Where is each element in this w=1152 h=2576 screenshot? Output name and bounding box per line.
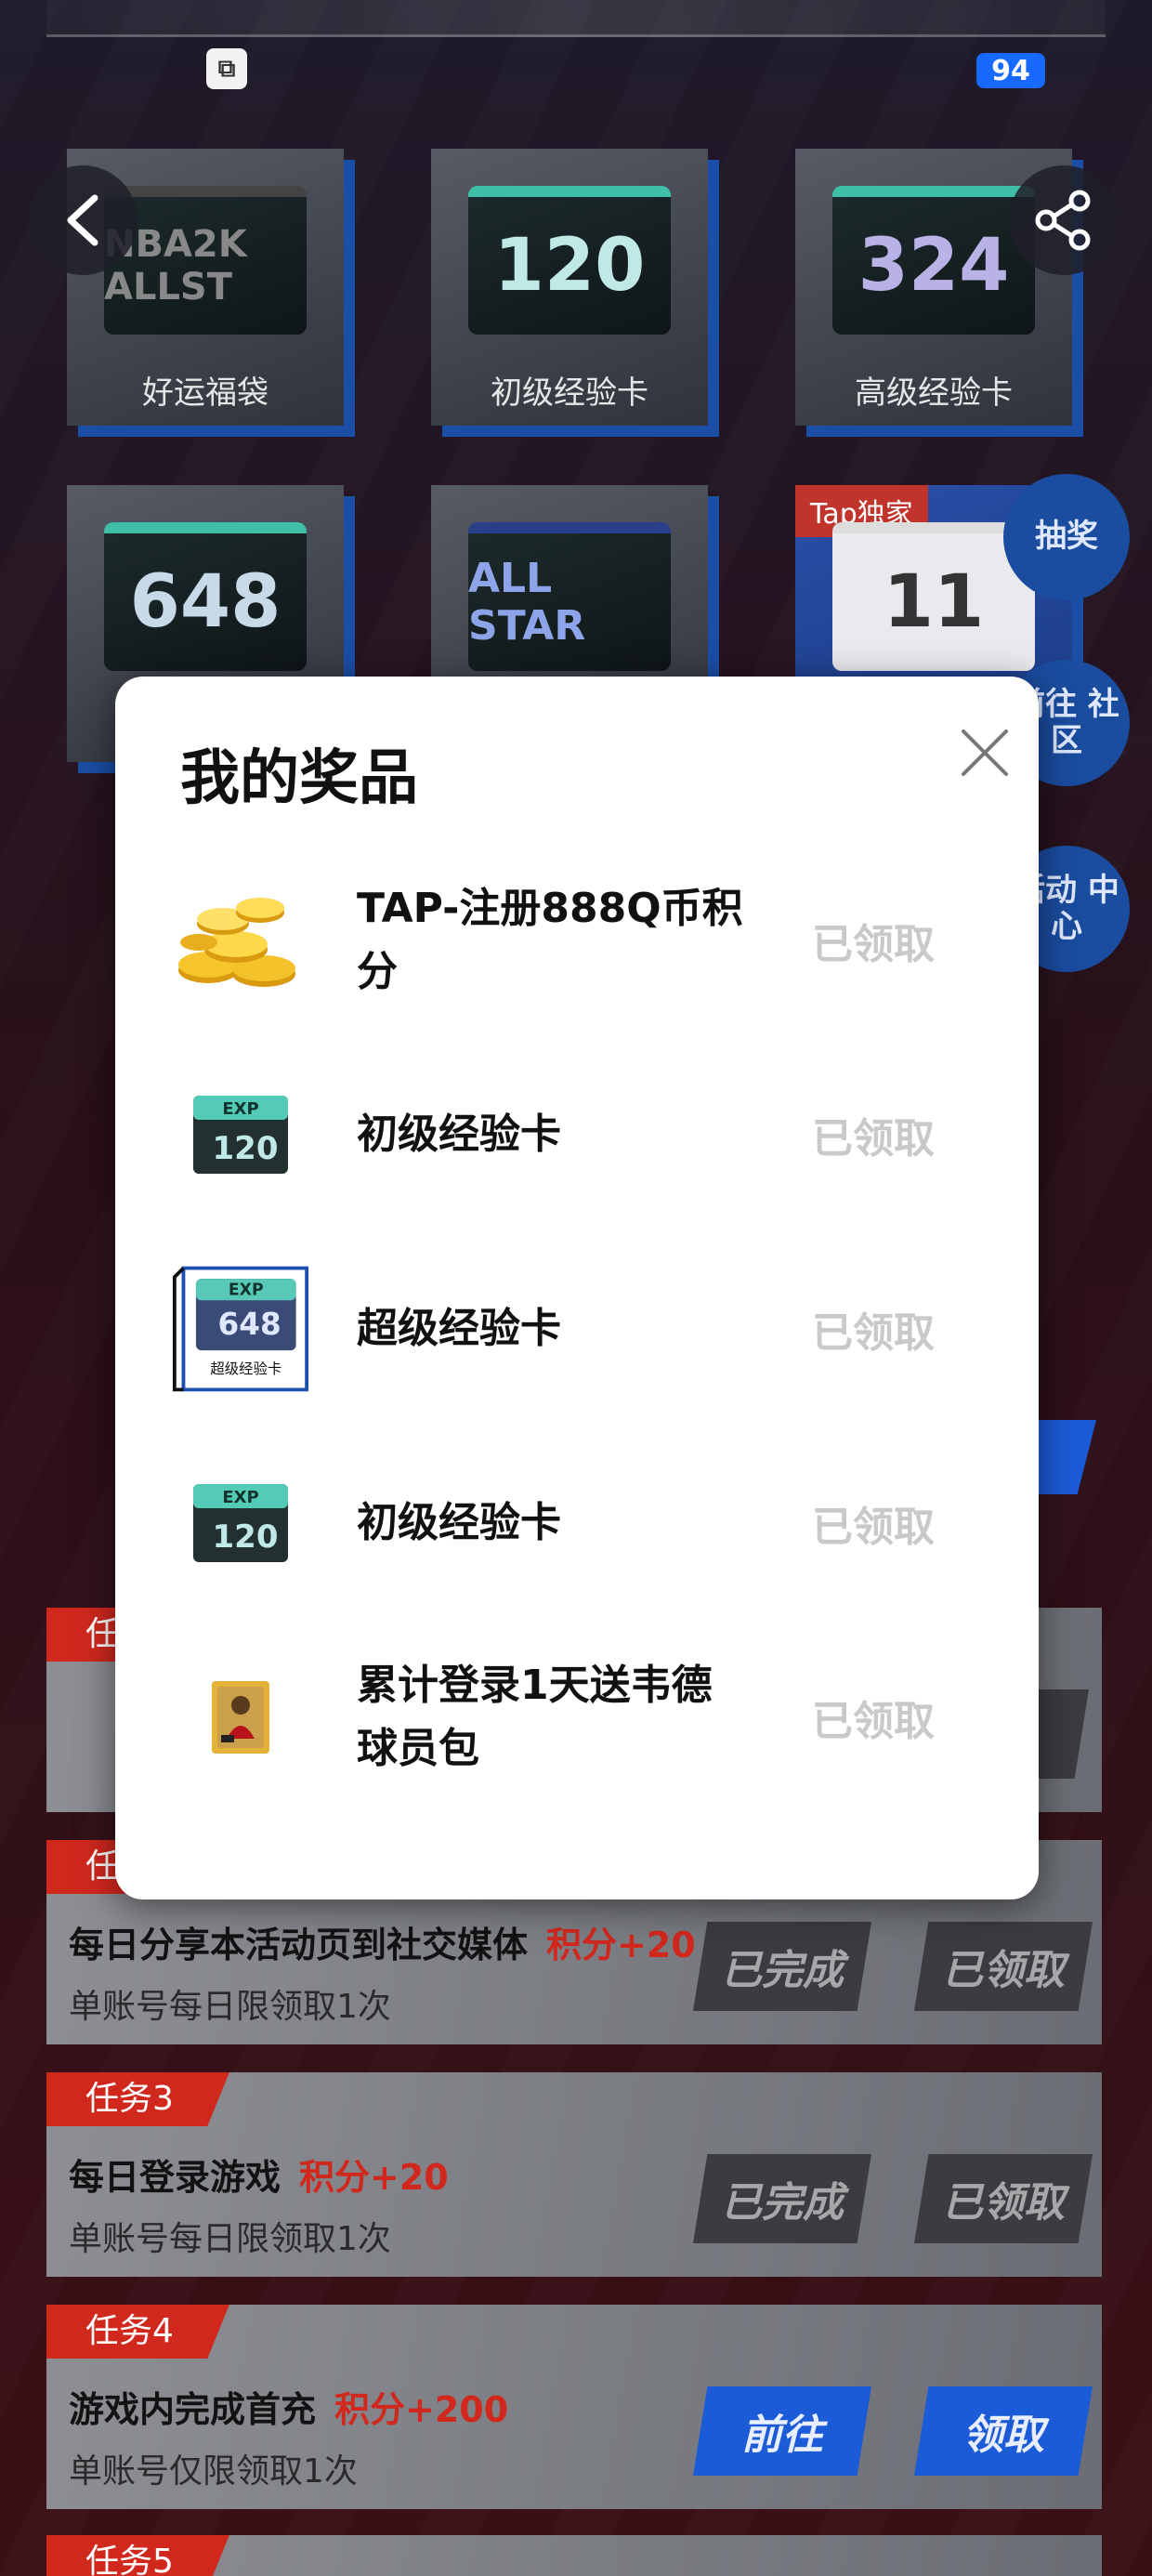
task-tag: 任务5 xyxy=(46,2535,229,2576)
task-points: 积分+200 xyxy=(334,2389,509,2430)
svg-text:120: 120 xyxy=(213,1130,279,1167)
claimed-status: 已领取 xyxy=(812,1309,935,1357)
svg-text:120: 120 xyxy=(213,1518,279,1556)
prize-list-item: 累计登录1天送韦德球员包 已领取 xyxy=(171,1634,1007,1801)
app-status-icon: ⧉ xyxy=(206,48,247,89)
my-prizes-modal: 我的奖品 TAP-注册888Q币积分 已领取 EXP 120 初级经验卡 已领取… xyxy=(115,677,1039,1899)
prize-card-label: 好运福袋 xyxy=(142,375,268,412)
prize-card-label: 初级经验卡 xyxy=(491,375,648,412)
svg-text:EXP: EXP xyxy=(222,1099,258,1119)
exp-card-120-icon: EXP 120 xyxy=(171,1458,310,1588)
prize-card-label: 高级经验卡 xyxy=(855,375,1013,412)
svg-text:EXP: EXP xyxy=(222,1488,258,1507)
close-button[interactable] xyxy=(949,717,1020,788)
task-card-4: 任务4 游戏内完成首充 积分+200 单账号仅限领取1次 前往 领取 xyxy=(46,2305,1102,2509)
back-button[interactable] xyxy=(28,165,137,275)
task-completed-button[interactable]: 已完成 xyxy=(693,2154,871,2243)
task-claim-button[interactable]: 领取 xyxy=(914,2386,1093,2476)
prize-list-item: EXP 648 超级经验卡 超级经验卡 已领取 xyxy=(171,1245,1007,1413)
event-title-banner xyxy=(46,0,1106,37)
task-card-3: 任务3 每日登录游戏 积分+20 单账号每日限领取1次 已完成 已领取 xyxy=(46,2072,1102,2277)
battery-indicator: 94 xyxy=(976,53,1045,88)
prize-name: 初级经验卡 xyxy=(357,1110,561,1158)
prize-list-item: EXP 120 初级经验卡 已领取 xyxy=(171,1439,1007,1607)
task-subtitle: 单账号每日限领取1次 xyxy=(69,2220,391,2258)
task-claimed-button[interactable]: 已领取 xyxy=(914,1922,1093,2011)
task-completed-button[interactable]: 已完成 xyxy=(693,1922,871,2011)
task-card-5: 任务5 xyxy=(46,2535,1102,2576)
claimed-status: 已领取 xyxy=(812,921,935,968)
task-go-button[interactable]: 前往 xyxy=(693,2386,871,2476)
prize-name: 超级经验卡 xyxy=(357,1304,561,1352)
svg-text:EXP: EXP xyxy=(229,1281,264,1299)
task-tag: 任务4 xyxy=(46,2305,229,2359)
exp-card-120-icon: EXP 120 xyxy=(171,1070,310,1200)
svg-text:超级经验卡: 超级经验卡 xyxy=(210,1360,281,1377)
task-subtitle: 单账号仅限领取1次 xyxy=(69,2452,358,2491)
prize-name: 累计登录1天送韦德球员包 xyxy=(357,1661,713,1772)
task-tag: 任务3 xyxy=(46,2072,229,2126)
player-pack-icon xyxy=(171,1652,310,1782)
exp-card-648-icon: EXP 648 超级经验卡 xyxy=(171,1264,310,1394)
claimed-status: 已领取 xyxy=(812,1115,935,1163)
gold-coins-icon xyxy=(171,875,310,1005)
chevron-left-icon xyxy=(67,194,98,246)
task-claimed-button[interactable]: 已领取 xyxy=(914,2154,1093,2243)
svg-text:648: 648 xyxy=(217,1307,281,1342)
task-points: 积分+20 xyxy=(546,1925,696,1965)
task-title: 游戏内完成首充 积分+200 xyxy=(69,2389,509,2430)
prize-list-item: TAP-注册888Q币积分 已领取 xyxy=(171,857,1007,1024)
task-title: 每日登录游戏 积分+20 xyxy=(69,2157,449,2198)
prize-list-item: EXP 120 初级经验卡 已领取 xyxy=(171,1051,1007,1218)
exp-card-art: 120 xyxy=(468,186,671,335)
prize-name: 初级经验卡 xyxy=(357,1498,561,1546)
task-title: 每日分享本活动页到社交媒体 积分+20 xyxy=(69,1925,696,1965)
modal-title: 我的奖品 xyxy=(180,744,418,813)
exp-card-art: 324 xyxy=(832,186,1035,335)
claimed-status: 已领取 xyxy=(812,1504,935,1551)
prize-name: TAP-注册888Q币积分 xyxy=(357,884,743,995)
close-icon xyxy=(962,729,1008,776)
all-star-card-art: ALL STAR xyxy=(468,522,671,671)
lottery-button[interactable]: 抽奖 xyxy=(1003,474,1130,600)
prize-card-basic-exp[interactable]: 120 初级经验卡 xyxy=(431,149,708,426)
share-icon xyxy=(1035,190,1091,251)
task-points: 积分+20 xyxy=(299,2157,449,2198)
share-button[interactable] xyxy=(1009,165,1119,275)
claimed-status: 已领取 xyxy=(812,1698,935,1745)
task-subtitle: 单账号每日限领取1次 xyxy=(69,1988,391,2026)
exp-card-art: 648 xyxy=(104,522,307,671)
